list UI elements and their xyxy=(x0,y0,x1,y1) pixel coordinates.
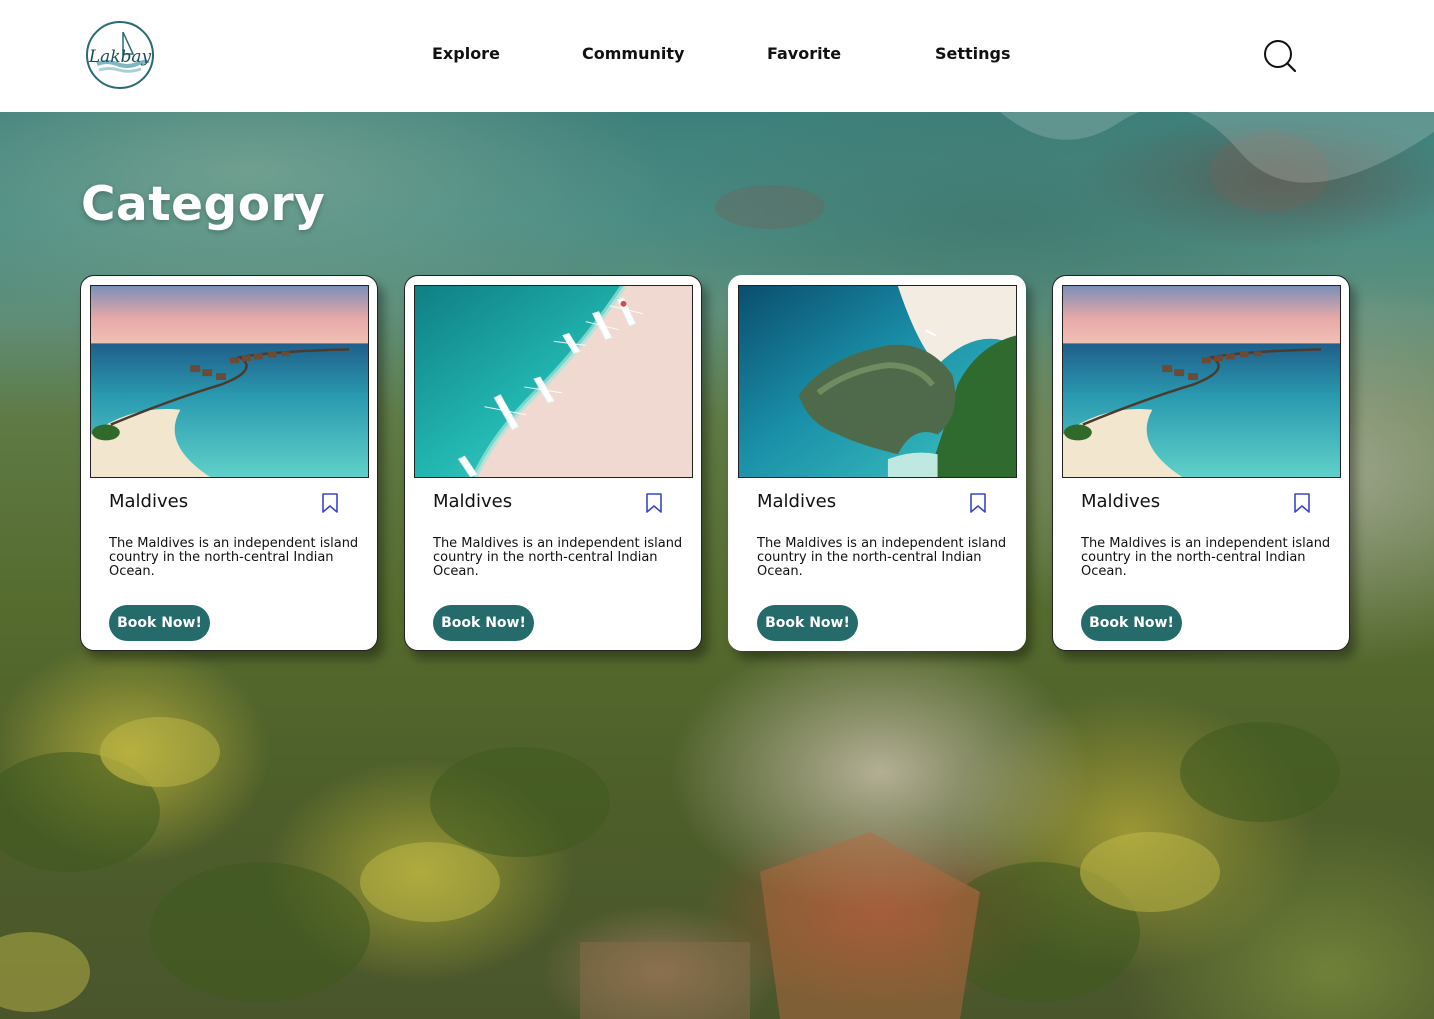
destination-card: Maldives The Maldives is an independent … xyxy=(404,275,702,651)
card-title: Maldives xyxy=(109,491,189,512)
card-description: The Maldives is an independent island co… xyxy=(1081,536,1331,579)
nav-favorite[interactable]: Favorite xyxy=(767,44,841,63)
destination-card: Maldives The Maldives is an independent … xyxy=(1052,275,1350,651)
bookmark-icon[interactable] xyxy=(1293,493,1311,513)
card-description: The Maldives is an independent island co… xyxy=(433,536,683,579)
book-now-button[interactable]: Book Now! xyxy=(757,605,858,641)
bookmark-icon[interactable] xyxy=(321,493,339,513)
book-now-button[interactable]: Book Now! xyxy=(433,605,534,641)
nav-community[interactable]: Community xyxy=(582,44,684,63)
card-title: Maldives xyxy=(433,491,513,512)
resort-sunset-photo[interactable] xyxy=(1062,285,1341,478)
search-icon[interactable] xyxy=(1262,38,1298,74)
nav-settings[interactable]: Settings xyxy=(935,44,1011,63)
destination-card: Maldives The Maldives is an independent … xyxy=(80,275,378,651)
card-description: The Maldives is an independent island co… xyxy=(757,536,1007,579)
island-aerial-photo[interactable] xyxy=(738,285,1017,478)
book-now-button[interactable]: Book Now! xyxy=(1081,605,1182,641)
top-header: Lakbay Explore Community Favorite Settin… xyxy=(0,0,1434,112)
resort-sunset-photo[interactable] xyxy=(90,285,369,478)
bookmark-icon[interactable] xyxy=(645,493,663,513)
nav-explore[interactable]: Explore xyxy=(432,44,500,63)
book-now-button[interactable]: Book Now! xyxy=(109,605,210,641)
category-heading: Category xyxy=(81,177,326,232)
card-title: Maldives xyxy=(757,491,837,512)
destination-card: Maldives The Maldives is an independent … xyxy=(728,275,1026,651)
card-title: Maldives xyxy=(1081,491,1161,512)
card-description: The Maldives is an independent island co… xyxy=(109,536,359,579)
beach-boats-photo[interactable] xyxy=(414,285,693,478)
lakbay-logo[interactable]: Lakbay xyxy=(83,20,158,90)
bookmark-icon[interactable] xyxy=(969,493,987,513)
svg-text:Lakbay: Lakbay xyxy=(88,47,152,67)
